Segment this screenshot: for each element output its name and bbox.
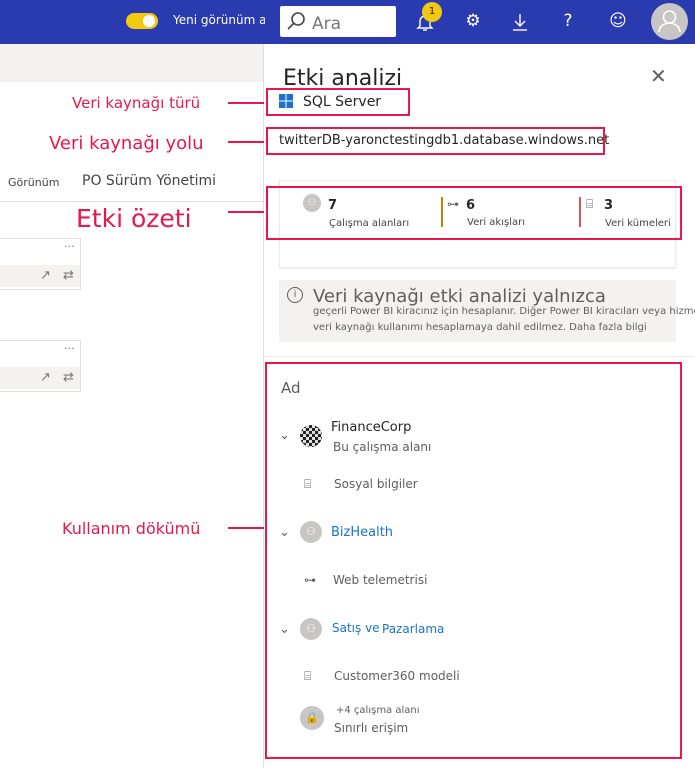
annotation-line: [228, 102, 264, 104]
annotation-source-type: Veri kaynağı türü: [72, 94, 201, 112]
limited-access: Sınırlı erişim: [334, 721, 409, 735]
annotation-usage-breakdown: Kullanım dökümü: [62, 519, 201, 538]
highlight-box-source-type: [266, 88, 410, 116]
column-header-name: Ad: [281, 379, 301, 397]
financecorp-logo-icon: [300, 425, 322, 447]
chevron-down-icon[interactable]: ⌄: [279, 428, 290, 443]
workspace-name[interactable]: Satış ve: [332, 621, 380, 635]
info-title: Veri kaynağı etki analizi yalnızca: [313, 286, 606, 307]
dataflow-icon: ⊶: [447, 197, 459, 211]
dataset-icon: ⌸: [304, 669, 312, 683]
item-name[interactable]: Web telemetrisi: [333, 573, 427, 587]
more-icon[interactable]: ···: [64, 240, 75, 253]
notification-badge: 1: [422, 2, 442, 22]
stat-divider: [579, 197, 581, 227]
info-line-2: veri kaynağı kullanımı hesaplamaya dahil…: [313, 322, 647, 333]
toggle-knob: [143, 15, 155, 27]
download-icon[interactable]: [509, 11, 531, 33]
dataset-icon: ⌸: [586, 197, 594, 211]
chevron-down-icon[interactable]: ⌄: [279, 622, 290, 637]
highlight-box-usage: [265, 362, 682, 759]
workspace-icon: ⚇: [300, 618, 322, 640]
stat-divider: [441, 197, 443, 227]
gear-icon[interactable]: ⚙: [462, 10, 484, 32]
workspace-name[interactable]: BizHealth: [331, 525, 393, 540]
stat-datasets-value: 3: [604, 198, 614, 213]
stat-workspaces-value: 7: [328, 198, 338, 213]
stat-dataflows-label: Veri akışları: [467, 217, 525, 228]
workspace-sub: Bu çalışma alanı: [333, 440, 432, 454]
search-placeholder: Ara: [312, 14, 342, 34]
help-icon[interactable]: ?: [557, 10, 579, 32]
avatar[interactable]: [651, 3, 688, 40]
workspace-name-cont[interactable]: Pazarlama: [382, 622, 444, 636]
highlight-box-summary: [266, 186, 682, 240]
annotation-impact-summary: Etki özeti: [76, 204, 192, 233]
dataset-icon: ⌸: [304, 477, 312, 491]
annotation-line: [228, 141, 264, 143]
expand-icon[interactable]: ↗: [40, 268, 51, 283]
info-icon: i: [287, 287, 303, 303]
person-icon: [658, 10, 681, 33]
swap-icon[interactable]: ⇄: [63, 268, 74, 283]
smiley-icon[interactable]: ☺: [607, 10, 629, 32]
more-workspaces: +4 çalışma alanı: [336, 705, 420, 716]
annotation-line: [228, 527, 264, 529]
swap-icon[interactable]: ⇄: [63, 370, 74, 385]
annotation-source-path: Veri kaynağı yolu: [49, 133, 204, 154]
close-icon[interactable]: ✕: [650, 64, 667, 88]
dataflow-icon: ⊶: [304, 573, 316, 587]
divider: [0, 201, 263, 202]
lock-workspace-icon: 🔒: [300, 706, 324, 730]
item-name[interactable]: Sosyal bilgiler: [334, 477, 418, 491]
stat-dataflows-value: 6: [466, 198, 476, 213]
info-line-1: geçerli Power BI kiracınız için hesaplan…: [313, 306, 695, 317]
stat-datasets-label: Veri kümeleri: [605, 218, 671, 229]
stat-workspaces-label: Çalışma alanları: [329, 218, 410, 229]
annotation-line: [228, 211, 264, 213]
workspace-icon: ⚇: [300, 521, 322, 543]
toggle-label: Yeni görünüm aç: [173, 13, 265, 27]
chevron-down-icon[interactable]: ⌄: [279, 525, 290, 540]
tab-release-management[interactable]: PO Sürüm Yönetimi: [82, 173, 216, 189]
item-name[interactable]: Customer360 modeli: [334, 669, 460, 683]
search-icon: [287, 12, 305, 30]
left-app-strip: [0, 44, 263, 82]
expand-icon[interactable]: ↗: [40, 370, 51, 385]
highlight-box-source-path: [266, 127, 605, 155]
workspace-icon: ⚇: [303, 194, 321, 212]
divider: [263, 356, 695, 357]
more-icon[interactable]: ···: [64, 342, 75, 355]
tab-view[interactable]: Görünüm: [8, 176, 59, 189]
workspace-name[interactable]: FinanceCorp: [331, 420, 411, 435]
